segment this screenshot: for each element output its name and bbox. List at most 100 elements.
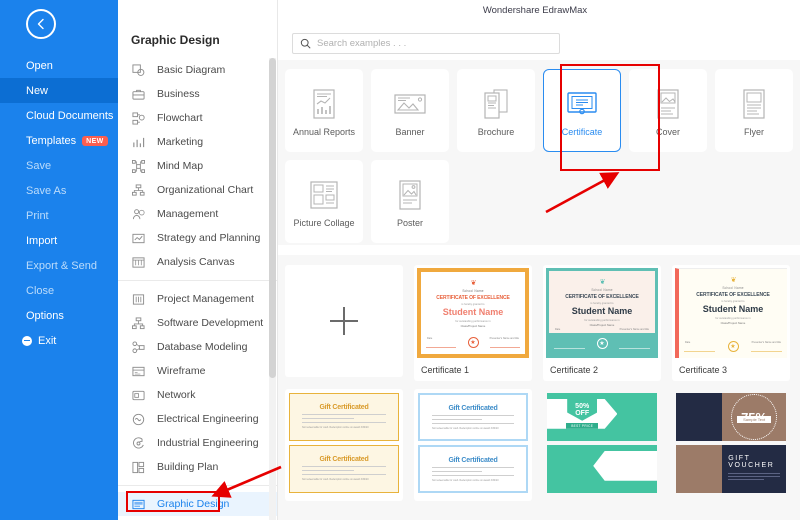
management-icon bbox=[131, 207, 146, 222]
discount-shield: 50% OFF bbox=[567, 399, 598, 421]
category-database-modeling[interactable]: Database Modeling bbox=[118, 335, 277, 359]
fine-print: Not redeemable for cash. Redemption onli… bbox=[432, 427, 499, 430]
signature-line bbox=[619, 348, 650, 349]
category-wireframe[interactable]: Wireframe bbox=[118, 359, 277, 383]
category-label: Basic Diagram bbox=[157, 64, 226, 76]
bar-chart-icon bbox=[131, 135, 146, 150]
card-picture-collage[interactable]: Picture Collage bbox=[285, 160, 363, 243]
org-chart-icon bbox=[131, 183, 146, 198]
sidebar-item-save-as[interactable]: Save As bbox=[0, 178, 118, 203]
sidebar-item-templates[interactable]: Templates NEW bbox=[0, 128, 118, 153]
sidebar-item-print[interactable]: Print bbox=[0, 203, 118, 228]
category-strategy-and-planning[interactable]: Strategy and Planning bbox=[118, 226, 277, 250]
template-thumbnail: Gift Certificated Not redeemable for cas… bbox=[289, 445, 399, 493]
strategy-icon bbox=[131, 231, 146, 246]
sidebar-item-label: Exit bbox=[38, 334, 57, 347]
card-poster[interactable]: Poster bbox=[371, 160, 449, 243]
category-label: Flowchart bbox=[157, 112, 203, 124]
sidebar-item-close[interactable]: Close bbox=[0, 278, 118, 303]
card-label: Poster bbox=[396, 217, 423, 228]
sidebar-item-new[interactable]: New bbox=[0, 78, 118, 103]
card-certificate[interactable]: Certificate bbox=[543, 69, 621, 152]
template-gift-certificate-gold[interactable]: Gift Certificated Not redeemable for cas… bbox=[285, 389, 403, 501]
wireframe-icon bbox=[131, 364, 146, 379]
sidebar-item-export-send[interactable]: Export & Send bbox=[0, 253, 118, 278]
card-label: Picture Collage bbox=[293, 217, 355, 228]
back-button[interactable] bbox=[26, 9, 56, 39]
category-scrollbar[interactable] bbox=[269, 58, 276, 520]
category-network[interactable]: Network bbox=[118, 383, 277, 407]
category-label: Management bbox=[157, 208, 219, 220]
ribbon-label: BEST PRICE bbox=[566, 422, 599, 429]
template-certificate-3[interactable]: ❦ School Name CERTIFICATE OF EXCELLENCE … bbox=[672, 265, 790, 381]
left-sidebar: Open New Cloud Documents Templates NEW S… bbox=[0, 0, 118, 520]
template-thumbnail: 50% OFF BEST PRICE bbox=[547, 393, 657, 441]
category-label: Software Development bbox=[157, 317, 264, 329]
sidebar-item-open[interactable]: Open bbox=[0, 53, 118, 78]
template-certificate-1[interactable]: ❦ School Name CERTIFICATE OF EXCELLENCE … bbox=[414, 265, 532, 381]
ornament: ❦ bbox=[730, 277, 737, 284]
template-grid: ❦ School Name CERTIFICATE OF EXCELLENCE … bbox=[278, 255, 800, 520]
sidebar-item-import[interactable]: Import bbox=[0, 228, 118, 253]
presenter-label: Presenter's Name and title bbox=[619, 328, 649, 331]
signature-line bbox=[684, 351, 716, 352]
category-software-development[interactable]: Software Development bbox=[118, 311, 277, 335]
sidebar-item-label: Save As bbox=[26, 184, 67, 197]
sidebar-item-label: Templates bbox=[26, 134, 77, 147]
certificate-icon bbox=[563, 85, 601, 123]
signature-line bbox=[489, 347, 520, 348]
software-development-icon bbox=[131, 316, 146, 331]
sidebar-item-label: Export & Send bbox=[26, 259, 97, 272]
search-box[interactable] bbox=[292, 33, 560, 54]
card-label: Flyer bbox=[744, 126, 764, 137]
student-name: Student Name bbox=[442, 307, 504, 317]
category-graphic-design[interactable]: Graphic Design bbox=[118, 492, 277, 516]
template-blank[interactable] bbox=[285, 265, 403, 377]
category-management[interactable]: Management bbox=[118, 202, 277, 226]
card-cover[interactable]: Cover bbox=[629, 69, 707, 152]
category-scrollbar-thumb[interactable] bbox=[269, 58, 276, 378]
category-next-partial[interactable] bbox=[118, 516, 277, 520]
flowchart-icon bbox=[131, 111, 146, 126]
sidebar-item-cloud-documents[interactable]: Cloud Documents bbox=[0, 103, 118, 128]
card-annual-reports[interactable]: Annual Reports bbox=[285, 69, 363, 152]
category-building-plan[interactable]: Building Plan bbox=[118, 455, 277, 479]
category-flowchart[interactable]: Flowchart bbox=[118, 106, 277, 130]
card-flyer[interactable]: Flyer bbox=[715, 69, 793, 152]
template-certificate-2[interactable]: ❦ School Name CERTIFICATE OF EXCELLENCE … bbox=[543, 265, 661, 381]
category-project-management[interactable]: Project Management bbox=[118, 287, 277, 311]
card-label: Brochure bbox=[477, 126, 515, 137]
signature-line bbox=[426, 347, 457, 348]
category-label: Marketing bbox=[157, 136, 204, 148]
electrical-engineering-icon bbox=[131, 412, 146, 427]
category-marketing[interactable]: Marketing bbox=[118, 130, 277, 154]
sidebar-item-options[interactable]: Options bbox=[0, 303, 118, 328]
network-icon bbox=[131, 388, 146, 403]
signature-line bbox=[554, 348, 585, 349]
category-analysis-canvas[interactable]: Analysis Canvas bbox=[118, 250, 277, 274]
sidebar-item-save[interactable]: Save bbox=[0, 153, 118, 178]
template-voucher-dark[interactable]: 75% Sample Text GIFT VOUCHER bbox=[672, 389, 790, 501]
card-brochure[interactable]: Brochure bbox=[457, 69, 535, 152]
category-business[interactable]: Business bbox=[118, 82, 277, 106]
template-thumbnail: ❦ School Name CERTIFICATE OF EXCELLENCE … bbox=[417, 268, 529, 358]
category-mind-map[interactable]: Mind Map bbox=[118, 154, 277, 178]
reason-text: for outstanding performance in bbox=[455, 320, 491, 323]
category-electrical-engineering[interactable]: Electrical Engineering bbox=[118, 407, 277, 431]
template-name: Certificate 1 bbox=[421, 365, 470, 375]
new-badge: NEW bbox=[82, 135, 108, 146]
search-input[interactable] bbox=[317, 38, 552, 49]
plus-icon bbox=[330, 307, 358, 335]
category-basic-diagram[interactable]: Basic Diagram bbox=[118, 58, 277, 82]
category-list: Basic Diagram Business Flowchart Marketi… bbox=[118, 58, 277, 520]
template-voucher-teal[interactable]: 50% OFF BEST PRICE bbox=[543, 389, 661, 501]
template-thumbnail: ❦ School Name CERTIFICATE OF EXCELLENCE … bbox=[675, 268, 787, 358]
card-banner[interactable]: Banner bbox=[371, 69, 449, 152]
certificate-title: CERTIFICATE OF EXCELLENCE bbox=[696, 292, 770, 298]
template-thumbnail: GIFT VOUCHER bbox=[676, 445, 786, 493]
category-industrial-engineering[interactable]: Industrial Engineering bbox=[118, 431, 277, 455]
gift-title: Gift Certificated bbox=[448, 405, 498, 412]
template-gift-certificate-blue[interactable]: Gift Certificated Not redeemable for cas… bbox=[414, 389, 532, 501]
category-organizational-chart[interactable]: Organizational Chart bbox=[118, 178, 277, 202]
sidebar-item-exit[interactable]: Exit bbox=[0, 328, 118, 353]
